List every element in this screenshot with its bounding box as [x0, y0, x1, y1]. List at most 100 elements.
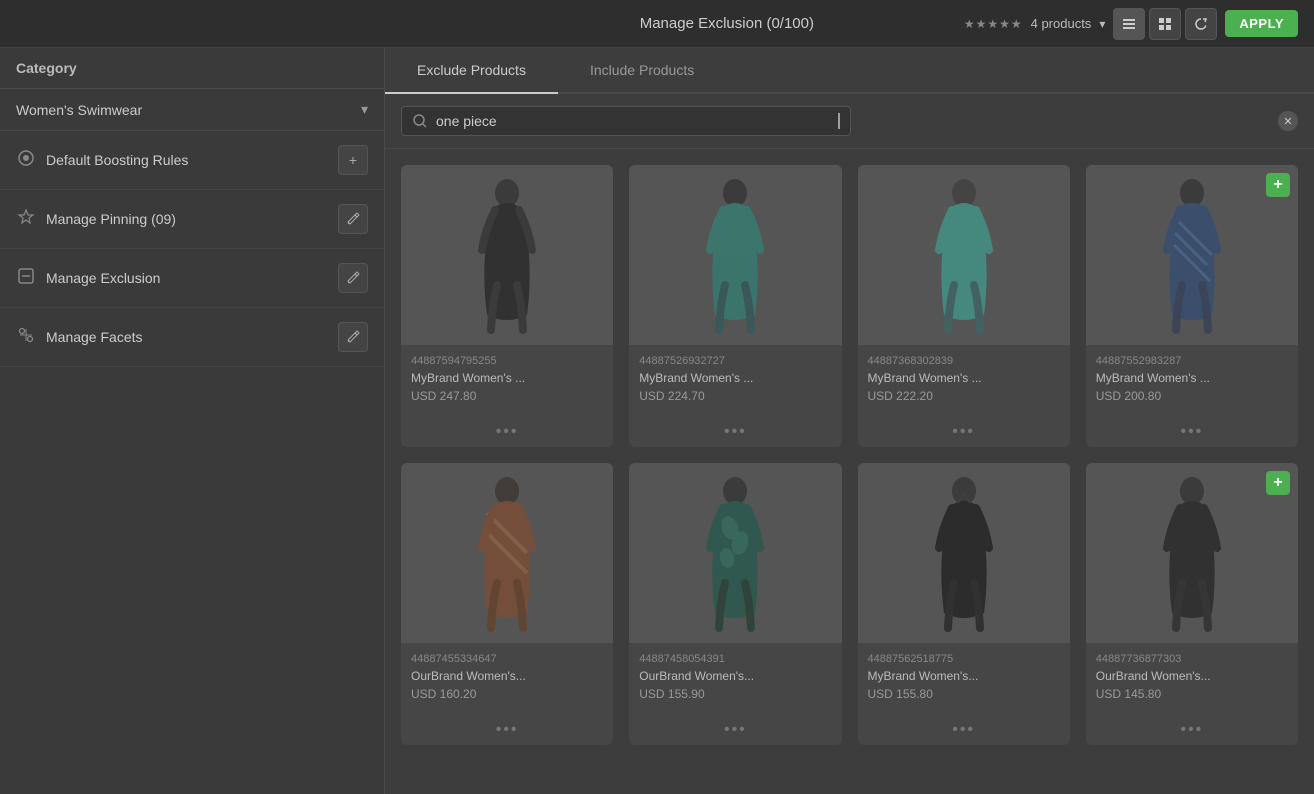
rating-stars: ★★★★★: [964, 17, 1023, 31]
product-more-8[interactable]: •••: [1086, 717, 1298, 745]
product-more-4[interactable]: •••: [1086, 419, 1298, 447]
product-info-1: 44887594795255 MyBrand Women's ... USD 2…: [401, 345, 613, 419]
product-card-1[interactable]: 44887594795255 MyBrand Women's ... USD 2…: [401, 165, 613, 447]
edit-facets-button[interactable]: [338, 322, 368, 352]
product-id-3: 44887368302839: [868, 355, 1060, 367]
sidebar-item-label-manage-pinning: Manage Pinning (09): [46, 211, 176, 227]
category-dropdown[interactable]: Women's Swimwear ▾: [0, 89, 384, 131]
tab-exclude-products[interactable]: Exclude Products: [385, 48, 558, 94]
edit-exclusion-button[interactable]: [338, 263, 368, 293]
product-name-1: MyBrand Women's ...: [411, 371, 603, 385]
product-silhouette-4: [1152, 175, 1232, 335]
product-silhouette-6: [695, 473, 775, 633]
sidebar-category-header: Category: [0, 48, 384, 89]
sidebar: Category Women's Swimwear ▾ Default Boos…: [0, 48, 385, 794]
product-more-5[interactable]: •••: [401, 717, 613, 745]
list-view-icon: [1121, 16, 1137, 32]
product-price-1: USD 247.80: [411, 389, 603, 403]
product-info-8: 44887736877303 OurBrand Women's... USD 1…: [1086, 643, 1298, 717]
product-info-4: 44887552983287 MyBrand Women's ... USD 2…: [1086, 345, 1298, 419]
product-card-3[interactable]: 44887368302839 MyBrand Women's ... USD 2…: [858, 165, 1070, 447]
product-card-6[interactable]: 44887458054391 OurBrand Women's... USD 1…: [629, 463, 841, 745]
exclusion-icon: [16, 267, 36, 290]
product-id-6: 44887458054391: [639, 653, 831, 665]
product-card-5[interactable]: 44887455334647 OurBrand Women's... USD 1…: [401, 463, 613, 745]
product-image-5: [401, 463, 613, 643]
search-icon: [412, 113, 428, 129]
top-bar: Manage Exclusion (0/100) ★★★★★ 4 product…: [0, 0, 1314, 48]
product-name-3: MyBrand Women's ...: [868, 371, 1060, 385]
list-view-button[interactable]: [1113, 8, 1145, 40]
sidebar-item-manage-facets[interactable]: Manage Facets: [0, 308, 384, 367]
product-card-2[interactable]: 44887526932727 MyBrand Women's ... USD 2…: [629, 165, 841, 447]
product-price-4: USD 200.80: [1096, 389, 1288, 403]
search-input[interactable]: [436, 113, 830, 129]
search-clear-button[interactable]: ✕: [1278, 111, 1298, 131]
edit-pinning-button[interactable]: [338, 204, 368, 234]
product-name-4: MyBrand Women's ...: [1096, 371, 1288, 385]
add-boosting-button[interactable]: +: [338, 145, 368, 175]
product-name-5: OurBrand Women's...: [411, 669, 603, 683]
product-price-3: USD 222.20: [868, 389, 1060, 403]
product-silhouette-3: [924, 175, 1004, 335]
text-cursor: [838, 113, 840, 129]
product-image-1: [401, 165, 613, 345]
product-more-2[interactable]: •••: [629, 419, 841, 447]
product-price-2: USD 224.70: [639, 389, 831, 403]
products-grid: 44887594795255 MyBrand Women's ... USD 2…: [385, 149, 1314, 794]
apply-button[interactable]: APPLY: [1225, 10, 1298, 37]
grid-view-icon: [1157, 16, 1173, 32]
content-area: Exclude Products Include Products ✕: [385, 48, 1314, 794]
product-name-6: OurBrand Women's...: [639, 669, 831, 683]
product-id-8: 44887736877303: [1096, 653, 1288, 665]
tabs-row: Exclude Products Include Products: [385, 48, 1314, 94]
refresh-button[interactable]: [1185, 8, 1217, 40]
product-more-3[interactable]: •••: [858, 419, 1070, 447]
product-card-8[interactable]: + 44887736877303 OurBrand Women's... USD…: [1086, 463, 1298, 745]
product-silhouette-2: [695, 175, 775, 335]
product-card-7[interactable]: 44887562518775 MyBrand Women's... USD 15…: [858, 463, 1070, 745]
tab-include-products[interactable]: Include Products: [558, 48, 726, 94]
grid-view-button[interactable]: [1149, 8, 1181, 40]
product-price-5: USD 160.20: [411, 687, 603, 701]
product-price-8: USD 145.80: [1096, 687, 1288, 701]
product-silhouette-5: [467, 473, 547, 633]
product-badge-8: +: [1266, 471, 1290, 495]
sidebar-item-manage-exclusion[interactable]: Manage Exclusion: [0, 249, 384, 308]
sidebar-item-default-boosting[interactable]: Default Boosting Rules +: [0, 131, 384, 190]
product-id-1: 44887594795255: [411, 355, 603, 367]
product-more-6[interactable]: •••: [629, 717, 841, 745]
pinning-icon: [16, 208, 36, 231]
product-image-6: [629, 463, 841, 643]
top-bar-right: ★★★★★ 4 products ▾: [964, 8, 1298, 40]
product-silhouette-7: [924, 473, 1004, 633]
search-input-wrapper: [401, 106, 851, 136]
product-card-4[interactable]: + 448875529: [1086, 165, 1298, 447]
boosting-icon: [16, 149, 36, 172]
product-name-8: OurBrand Women's...: [1096, 669, 1288, 683]
product-silhouette-1: [467, 175, 547, 335]
product-name-2: MyBrand Women's ...: [639, 371, 831, 385]
product-price-6: USD 155.90: [639, 687, 831, 701]
product-price-7: USD 155.80: [868, 687, 1060, 701]
product-name-7: MyBrand Women's...: [868, 669, 1060, 683]
product-silhouette-8: [1152, 473, 1232, 633]
page-title: Manage Exclusion (0/100): [490, 15, 964, 32]
edit-pinning-icon: [346, 212, 360, 226]
main-layout: Category Women's Swimwear ▾ Default Boos…: [0, 48, 1314, 794]
category-chevron-icon: ▾: [361, 101, 368, 118]
product-info-3: 44887368302839 MyBrand Women's ... USD 2…: [858, 345, 1070, 419]
product-info-7: 44887562518775 MyBrand Women's... USD 15…: [858, 643, 1070, 717]
products-dropdown-arrow[interactable]: ▾: [1099, 17, 1105, 31]
view-toggle: [1113, 8, 1217, 40]
sidebar-item-manage-pinning[interactable]: Manage Pinning (09): [0, 190, 384, 249]
facets-icon: [16, 326, 36, 349]
refresh-icon: [1193, 16, 1209, 32]
sidebar-item-label-default-boosting: Default Boosting Rules: [46, 152, 188, 168]
edit-facets-icon: [346, 330, 360, 344]
product-more-1[interactable]: •••: [401, 419, 613, 447]
product-more-7[interactable]: •••: [858, 717, 1070, 745]
search-bar: ✕: [385, 94, 1314, 149]
product-id-7: 44887562518775: [868, 653, 1060, 665]
product-image-7: [858, 463, 1070, 643]
